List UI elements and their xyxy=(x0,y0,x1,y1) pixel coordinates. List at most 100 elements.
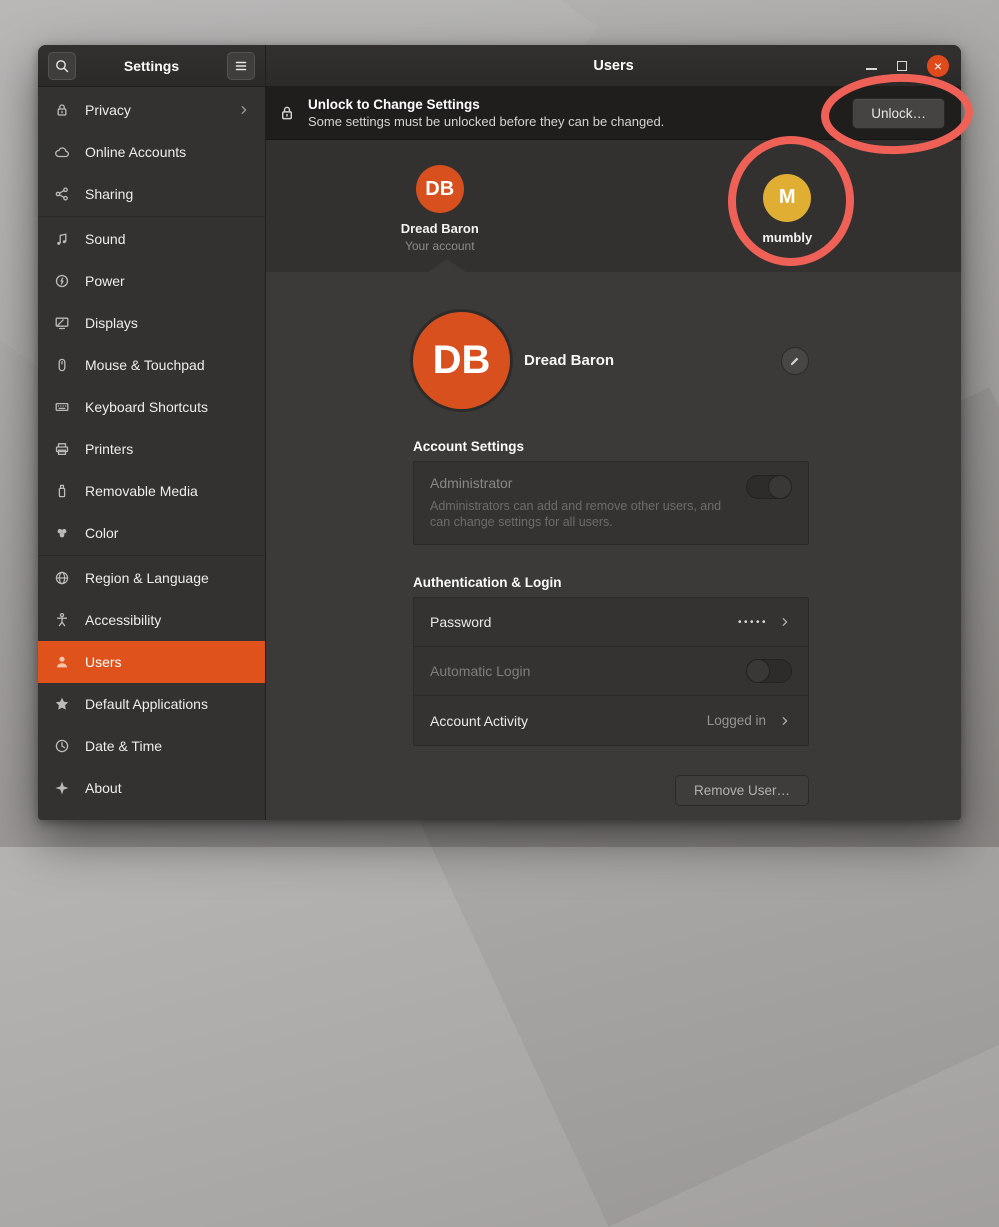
sidebar-item-sharing[interactable]: Sharing xyxy=(38,173,265,215)
window-controls: × xyxy=(866,45,949,86)
sidebar-item-about[interactable]: About xyxy=(38,767,265,809)
user-name: Dread Baron xyxy=(401,221,479,236)
sidebar-item-default-applications[interactable]: Default Applications xyxy=(38,683,265,725)
sidebar-item-label: Region & Language xyxy=(85,570,251,586)
sidebar-title: Settings xyxy=(124,58,179,74)
lock-icon xyxy=(278,104,296,122)
headerbar[interactable]: Users × xyxy=(266,45,961,87)
section-heading-authentication-login: Authentication & Login xyxy=(413,575,809,590)
banner-title: Unlock to Change Settings xyxy=(308,97,840,112)
accessibility-icon xyxy=(54,612,70,628)
sidebar-item-power[interactable]: Power xyxy=(38,260,265,302)
close-icon: × xyxy=(934,59,942,73)
sidebar-item-label: Power xyxy=(85,273,251,289)
color-profile-icon xyxy=(54,525,70,541)
password-row[interactable]: Password ••••• xyxy=(414,598,808,647)
sidebar-item-date-time[interactable]: Date & Time xyxy=(38,725,265,767)
automatic-login-label: Automatic Login xyxy=(430,663,746,679)
user-detail-pane: DB Dread Baron Account Settings Administ… xyxy=(266,272,961,820)
sidebar-item-privacy[interactable]: Privacy xyxy=(38,89,265,131)
authentication-login-card: Password ••••• Automatic Login Account A… xyxy=(413,597,809,746)
sidebar-item-removable-media[interactable]: Removable Media xyxy=(38,470,265,512)
sidebar-item-printers[interactable]: Printers xyxy=(38,428,265,470)
automatic-login-row: Automatic Login xyxy=(414,647,808,696)
account-activity-label: Account Activity xyxy=(430,713,707,729)
account-settings-card: Administrator Administrators can add and… xyxy=(413,461,809,545)
window-title: Users xyxy=(593,58,633,74)
sidebar-item-label: Users xyxy=(85,654,251,670)
sidebar-item-online-accounts[interactable]: Online Accounts xyxy=(38,131,265,173)
administrator-row: Administrator Administrators can add and… xyxy=(414,462,808,544)
user-dread-baron[interactable]: DB Dread Baron Your account xyxy=(266,140,614,272)
banner-subtitle: Some settings must be unlocked before th… xyxy=(308,114,840,129)
sparkle-icon xyxy=(54,780,70,796)
lock-icon xyxy=(54,102,70,118)
users-icon xyxy=(54,654,70,670)
clock-icon xyxy=(54,738,70,754)
sidebar-item-sound[interactable]: Sound xyxy=(38,218,265,260)
sidebar-item-label: Color xyxy=(85,525,251,541)
profile-avatar[interactable]: DB xyxy=(413,312,510,409)
remove-user-button[interactable]: Remove User… xyxy=(675,775,809,806)
avatar: DB xyxy=(416,165,464,213)
sidebar-item-label: Privacy xyxy=(85,102,222,118)
user-carousel: DB Dread Baron Your account M mumbly xyxy=(266,140,961,272)
nav-separator xyxy=(38,216,265,217)
chevron-right-icon xyxy=(237,103,251,117)
password-value: ••••• xyxy=(738,617,768,628)
close-button[interactable]: × xyxy=(927,55,949,77)
edit-name-button[interactable] xyxy=(781,347,809,375)
actions-row: Remove User… xyxy=(413,775,809,806)
menu-button[interactable] xyxy=(227,52,255,80)
music-note-icon xyxy=(54,231,70,247)
globe-icon xyxy=(54,570,70,586)
sidebar-item-label: Removable Media xyxy=(85,483,251,499)
sidebar: Settings Privacy Online Accounts Sharing xyxy=(38,45,266,820)
search-icon xyxy=(54,58,70,74)
sidebar-header: Settings xyxy=(38,45,265,87)
sidebar-item-label: Displays xyxy=(85,315,251,331)
toggle-knob xyxy=(768,475,792,499)
display-icon xyxy=(54,315,70,331)
user-mumbly[interactable]: M mumbly xyxy=(614,140,962,272)
user-subtitle: Your account xyxy=(405,239,475,253)
sidebar-nav: Privacy Online Accounts Sharing Sound Po… xyxy=(38,87,265,820)
sidebar-item-label: Online Accounts xyxy=(85,144,251,160)
account-activity-row[interactable]: Account Activity Logged in xyxy=(414,696,808,745)
mouse-icon xyxy=(54,357,70,373)
usb-drive-icon xyxy=(54,483,70,499)
printer-icon xyxy=(54,441,70,457)
selected-user-caret xyxy=(428,259,466,272)
sidebar-item-label: Accessibility xyxy=(85,612,251,628)
sidebar-item-displays[interactable]: Displays xyxy=(38,302,265,344)
sidebar-item-label: Mouse & Touchpad xyxy=(85,357,251,373)
maximize-button[interactable] xyxy=(897,61,907,71)
search-button[interactable] xyxy=(48,52,76,80)
automatic-login-toggle[interactable] xyxy=(746,659,792,683)
sidebar-item-users[interactable]: Users xyxy=(38,641,265,683)
account-activity-value: Logged in xyxy=(707,713,766,728)
unlock-banner: Unlock to Change Settings Some settings … xyxy=(266,87,961,140)
sidebar-item-label: Date & Time xyxy=(85,738,251,754)
profile-name: Dread Baron xyxy=(524,352,781,369)
content-area: Users × Unlock to Change Settings Some s… xyxy=(266,45,961,820)
sidebar-item-region-language[interactable]: Region & Language xyxy=(38,557,265,599)
sidebar-item-accessibility[interactable]: Accessibility xyxy=(38,599,265,641)
cloud-icon xyxy=(54,144,70,160)
sidebar-item-color[interactable]: Color xyxy=(38,512,265,554)
unlock-button[interactable]: Unlock… xyxy=(852,98,945,129)
chevron-right-icon xyxy=(778,714,792,728)
administrator-toggle[interactable] xyxy=(746,475,792,499)
nav-separator xyxy=(38,555,265,556)
power-icon xyxy=(54,273,70,289)
sidebar-item-label: Sharing xyxy=(85,186,251,202)
sidebar-item-mouse-touchpad[interactable]: Mouse & Touchpad xyxy=(38,344,265,386)
minimize-button[interactable] xyxy=(866,60,877,72)
administrator-label: Administrator xyxy=(430,475,792,491)
avatar: M xyxy=(763,174,811,222)
sidebar-item-label: Printers xyxy=(85,441,251,457)
profile-row: DB Dread Baron xyxy=(413,312,809,409)
sidebar-item-label: About xyxy=(85,780,251,796)
sidebar-item-keyboard-shortcuts[interactable]: Keyboard Shortcuts xyxy=(38,386,265,428)
section-heading-account-settings: Account Settings xyxy=(413,439,809,454)
